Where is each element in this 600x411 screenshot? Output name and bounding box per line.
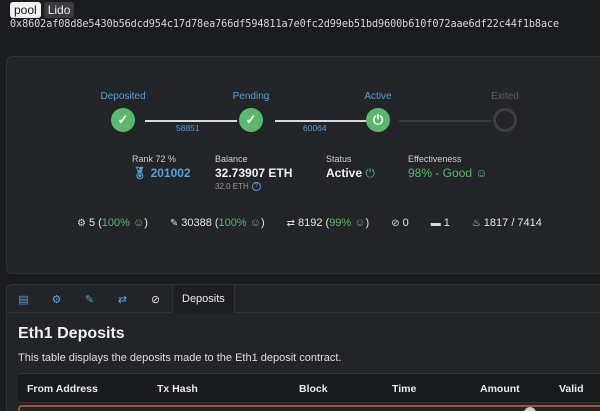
balance-label: Balance bbox=[215, 154, 248, 164]
proposals-icon: ⚙ bbox=[51, 293, 62, 306]
effective-balance-value: 32.0 ETH bbox=[215, 182, 249, 191]
status-stat: Status Active ⏻ bbox=[326, 154, 375, 181]
smile-icon: ☺ bbox=[354, 217, 366, 229]
check-icon: ✓ bbox=[239, 108, 263, 132]
proposals-icon: ⚙ bbox=[77, 217, 86, 229]
validator-overview-card: Deposited ✓ 58851 Pending ✓ 60064 Active… bbox=[6, 56, 600, 274]
metric-value: 8192 bbox=[298, 217, 323, 229]
help-icon[interactable]: ? bbox=[251, 182, 261, 192]
smile-icon: ☺ bbox=[475, 166, 488, 180]
sync-icon: ⇄ bbox=[286, 217, 296, 229]
attestations-metric[interactable]: ✎ 30388 (100% ☺) bbox=[170, 217, 265, 229]
smile-icon: ☺ bbox=[132, 217, 145, 229]
tab-proposals[interactable]: ⚙ bbox=[40, 285, 73, 313]
slashing-icon: ⊘ bbox=[391, 217, 400, 229]
burn-metric[interactable]: ♨ 1817 / 7414 bbox=[472, 217, 542, 229]
stage-exited: Exited bbox=[465, 91, 545, 132]
check-icon: ✓ bbox=[111, 108, 135, 132]
column-header[interactable]: From Address bbox=[27, 383, 98, 395]
avatar-icon bbox=[524, 407, 536, 411]
metric-pct-wrap: (100% ☺) bbox=[98, 217, 148, 229]
metric-value: 30388 bbox=[181, 217, 212, 229]
tab-charts[interactable]: ▤ bbox=[7, 285, 40, 313]
metric-pct: 100% bbox=[218, 217, 247, 229]
attestations-icon: ✎ bbox=[84, 293, 95, 306]
status-label: Status bbox=[326, 154, 352, 164]
ring-icon bbox=[493, 108, 517, 132]
column-header[interactable]: Block bbox=[299, 383, 328, 395]
column-header[interactable]: Time bbox=[392, 383, 416, 395]
tab-slashings[interactable]: ⊘ bbox=[139, 285, 172, 313]
effectiveness-label: Effectiveness bbox=[408, 154, 462, 164]
metric-value: 5 bbox=[88, 217, 96, 229]
status-value: Active ⏻ bbox=[326, 166, 375, 181]
column-header[interactable]: Amount bbox=[480, 383, 520, 395]
metric-value: 1 bbox=[443, 217, 450, 229]
activation-epoch[interactable]: 58851 bbox=[176, 123, 200, 133]
balance-value: 32.73907 ETH bbox=[215, 166, 293, 180]
tab-sync[interactable]: ⇄ bbox=[106, 285, 139, 313]
rank-stat: Rank 72 % 🏅︎ 201002 bbox=[132, 154, 191, 180]
effective-balance: 32.0 ETH? bbox=[215, 182, 292, 192]
deposits-icon: ▬ bbox=[430, 217, 441, 229]
metric-pct-wrap: (100% ☺) bbox=[214, 217, 265, 229]
chart-icon: ▤ bbox=[18, 293, 29, 306]
slashing-metric[interactable]: ⊘ 0 bbox=[391, 217, 409, 229]
deposits-table-header: From Address Tx Hash Block Time Amount V… bbox=[18, 373, 600, 403]
tab-deposits[interactable]: Deposits bbox=[172, 285, 235, 313]
deposits-description: This table displays the deposits made to… bbox=[18, 352, 342, 364]
tab-bar: ▤ ⚙ ✎ ⇄ ⊘ Deposits bbox=[7, 285, 600, 313]
smile-icon: ☺ bbox=[249, 217, 261, 229]
pool-tag[interactable]: pool bbox=[10, 2, 41, 18]
medal-icon: 🏅︎ bbox=[132, 166, 148, 180]
effectiveness-stat: Effectiveness 98% - Good ☺ bbox=[408, 154, 488, 180]
lido-tag[interactable]: Lido bbox=[43, 2, 75, 18]
effectiveness-value: 98% - Good ☺ bbox=[408, 166, 488, 180]
balance-stat: Balance 32.73907 ETH 32.0 ETH? bbox=[215, 154, 293, 192]
fire-icon: ♨ bbox=[471, 217, 481, 229]
validator-metrics: ⚙ 5 (100% ☺) ✎ 30388 (100% ☺) ⇄ 8192 (99… bbox=[77, 217, 564, 229]
tab-attestations[interactable]: ✎ bbox=[73, 285, 106, 313]
metric-pct: 99% bbox=[329, 217, 352, 229]
power-icon: ⏻ bbox=[366, 108, 390, 132]
sync-metric[interactable]: ⇄ 8192 (99% ☺) bbox=[287, 217, 370, 229]
activation-epoch[interactable]: 60064 bbox=[303, 123, 327, 133]
metric-pct: 100% bbox=[101, 217, 130, 229]
stage-label: Exited bbox=[491, 91, 519, 102]
slashing-icon: ⊘ bbox=[150, 293, 161, 306]
stage-label: Deposited bbox=[100, 91, 146, 102]
attestations-icon: ✎ bbox=[169, 217, 179, 229]
stage-label: Pending bbox=[232, 91, 270, 102]
rank-label: Rank 72 % bbox=[132, 154, 177, 164]
column-header[interactable]: Tx Hash bbox=[157, 383, 198, 395]
stage-active: Active ⏻ bbox=[338, 91, 418, 132]
proposals-metric[interactable]: ⚙ 5 (100% ☺) bbox=[77, 217, 148, 229]
validator-pubkey: 0x8602af08d8e5430b56dcd954c17d78ea766df5… bbox=[10, 19, 560, 30]
metric-value: 0 bbox=[402, 217, 409, 229]
validator-tabs-card: ▤ ⚙ ✎ ⇄ ⊘ Deposits Eth1 Deposits This ta… bbox=[6, 284, 600, 411]
stage-label: Active bbox=[364, 91, 392, 102]
stage-pending: Pending ✓ bbox=[211, 91, 291, 132]
effectiveness-text: 98% - Good bbox=[408, 166, 473, 180]
table-row[interactable] bbox=[18, 405, 600, 411]
rank-value[interactable]: 🏅︎ 201002 bbox=[132, 166, 191, 180]
sync-icon: ⇄ bbox=[117, 293, 128, 306]
validator-tags: pool Lido bbox=[10, 2, 75, 18]
status-text: Active bbox=[326, 166, 363, 180]
stage-deposited: Deposited ✓ bbox=[83, 91, 163, 132]
column-header[interactable]: Valid bbox=[559, 383, 584, 395]
rank-number: 201002 bbox=[150, 166, 191, 180]
power-icon: ⏻ bbox=[365, 166, 375, 180]
metric-pct-wrap: (99% ☺) bbox=[325, 217, 370, 229]
deposits-title: Eth1 Deposits bbox=[18, 325, 125, 342]
deposits-metric[interactable]: ▬ 1 bbox=[431, 217, 450, 229]
metric-value: 1817 / 7414 bbox=[483, 217, 542, 229]
